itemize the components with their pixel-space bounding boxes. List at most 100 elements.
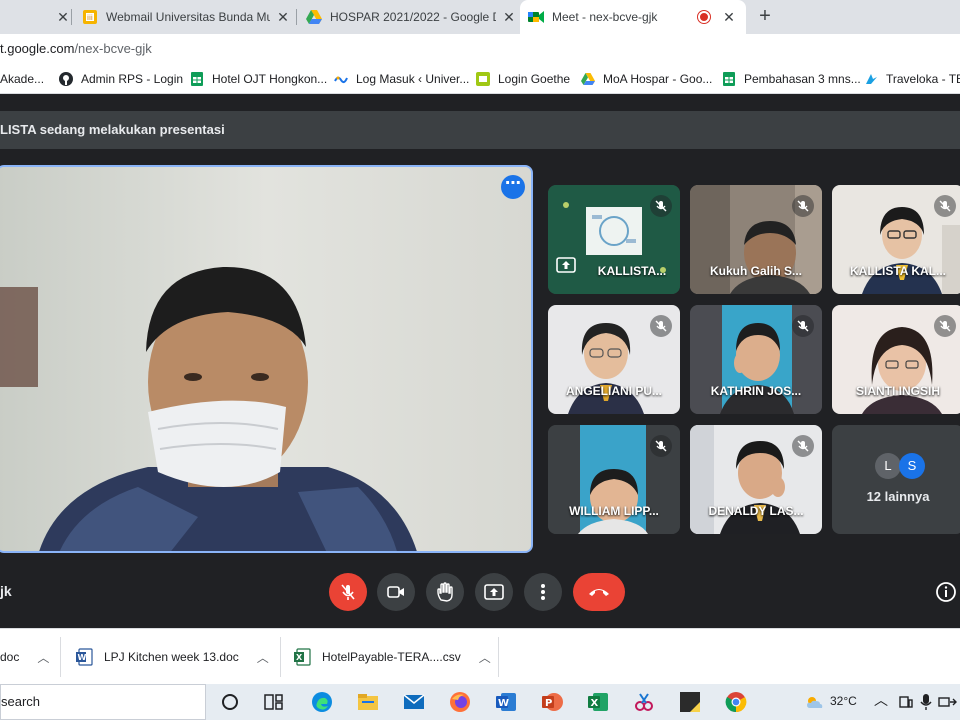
weather-icon[interactable] <box>802 690 826 714</box>
participant-tile[interactable]: WILLIAM LIPP... <box>548 425 680 534</box>
snipping-tool-icon[interactable] <box>632 690 656 714</box>
svg-text:W: W <box>498 698 509 709</box>
svg-text:W: W <box>78 653 87 662</box>
tab-title: Meet - nex-bcve-gjk <box>552 10 658 24</box>
hang-up-icon <box>589 589 609 596</box>
bookmark-item[interactable]: Hotel OJT Hongkon... <box>190 70 327 88</box>
bookmark-label: Traveloka - TER <box>886 72 960 86</box>
more-participants-label: 12 lainnya <box>866 489 930 504</box>
close-icon[interactable]: ✕ <box>274 8 292 26</box>
download-filename: LPJ Kitchen week 13.doc <box>104 650 239 664</box>
url-text[interactable]: t.google.com/nex-bcve-gjk <box>0 41 152 56</box>
windows-taskbar: search W P X 32°C ︿ <box>0 684 960 720</box>
traveloka-icon <box>864 72 878 86</box>
leave-call-button[interactable] <box>573 573 625 611</box>
more-options-button[interactable] <box>524 573 562 611</box>
bookmark-label: Login Goethe <box>498 72 571 86</box>
new-tab-button[interactable]: + <box>754 6 776 28</box>
powerpoint-icon[interactable]: P <box>540 690 564 714</box>
download-item[interactable]: doc ︿ <box>0 643 49 671</box>
word-icon[interactable]: W <box>494 690 518 714</box>
mail-icon[interactable] <box>402 690 426 714</box>
svg-text:X: X <box>296 653 303 662</box>
muted-mic-icon <box>650 315 672 337</box>
bookmark-item[interactable]: Akade... <box>0 70 44 88</box>
chevron-up-icon[interactable]: ︿ <box>874 690 888 710</box>
network-icon[interactable] <box>936 690 960 714</box>
download-item[interactable]: X HotelPayable-TERA....csv ︿ <box>294 643 491 671</box>
present-screen-button[interactable] <box>475 573 513 611</box>
more-participants-tile[interactable]: L S 12 lainnya <box>832 425 960 534</box>
microphone-icon[interactable] <box>914 690 938 714</box>
sheets-icon <box>190 72 204 86</box>
participant-name: Kukuh Galih S... <box>709 264 802 278</box>
participant-tile[interactable]: KALLISTA... <box>548 185 680 294</box>
meeting-details-button[interactable] <box>934 580 958 604</box>
edge-icon[interactable] <box>310 690 334 714</box>
browser-tab[interactable]: iii Webmail Universitas Bunda Mulia ✕ <box>82 0 292 34</box>
browser-tab-strip: ✕ iii Webmail Universitas Bunda Mulia ✕ … <box>0 0 960 34</box>
bookmark-item[interactable]: MoA Hospar - Goo... <box>581 70 712 88</box>
chevron-up-icon[interactable]: ︿ <box>37 649 49 666</box>
close-icon[interactable]: ✕ <box>54 8 72 26</box>
excel-icon[interactable]: X <box>586 690 610 714</box>
mic-toggle-button[interactable] <box>329 573 367 611</box>
browser-tab[interactable]: ✕ <box>0 0 72 34</box>
participant-name: ANGELIANI PU... <box>565 384 662 398</box>
participant-tile[interactable]: ANGELIANI PU... <box>548 305 680 414</box>
chevron-up-icon[interactable]: ︿ <box>479 649 491 666</box>
bookmark-item[interactable]: Traveloka - TER <box>864 70 960 88</box>
close-icon[interactable]: ✕ <box>500 8 518 26</box>
chrome-icon[interactable] <box>724 690 748 714</box>
download-item[interactable]: W LPJ Kitchen week 13.doc ︿ <box>76 643 269 671</box>
participant-name: DENALDY LAS... <box>708 504 804 518</box>
browser-tab[interactable]: HOSPAR 2021/2022 - Google Drive ✕ <box>306 0 518 34</box>
bookmarks-bar: Akade... Admin RPS - Login Hotel OJT Hon… <box>0 64 960 94</box>
participant-tile[interactable]: Kukuh Galih S... <box>690 185 822 294</box>
camera-toggle-button[interactable] <box>377 573 415 611</box>
close-icon[interactable]: ✕ <box>720 8 738 26</box>
participant-tile[interactable]: DENALDY LAS... <box>690 425 822 534</box>
participant-tile[interactable]: KATHRIN JOS... <box>690 305 822 414</box>
participant-tile[interactable]: KALLISTA KAL... <box>832 185 960 294</box>
bookmark-item[interactable]: Pembahasan 3 mns... <box>722 70 861 88</box>
svg-text:iii: iii <box>87 14 93 22</box>
participant-name: KALLISTA... <box>597 264 667 278</box>
hand-icon <box>437 582 453 602</box>
wave-icon <box>334 72 348 86</box>
google-meet-icon <box>528 9 544 25</box>
tab-title: HOSPAR 2021/2022 - Google Drive <box>330 10 496 24</box>
temperature-label: 32°C <box>830 694 857 708</box>
firefox-icon[interactable] <box>448 690 472 714</box>
address-bar[interactable]: t.google.com/nex-bcve-gjk <box>0 34 960 64</box>
participant-avatar: L <box>875 453 901 479</box>
participant-avatar: S <box>899 453 925 479</box>
download-filename: doc <box>0 650 20 664</box>
raise-hand-button[interactable] <box>426 573 464 611</box>
recording-icon <box>698 11 710 23</box>
muted-mic-icon <box>792 195 814 217</box>
bookmark-item[interactable]: Login Goethe <box>476 70 570 88</box>
bookmark-item[interactable]: Log Masuk ‹ Univer... <box>334 70 469 88</box>
muted-mic-icon <box>650 435 672 457</box>
bookmark-item[interactable]: Admin RPS - Login <box>59 70 183 88</box>
svg-text:P: P <box>545 698 552 709</box>
muted-mic-icon <box>934 315 956 337</box>
participant-tile[interactable]: SIANTI INGSIH <box>832 305 960 414</box>
main-speaker-tile[interactable]: ⋯ <box>0 165 533 553</box>
more-options-button[interactable]: ⋯ <box>501 175 525 199</box>
taskbar-search-input[interactable]: search <box>0 684 206 720</box>
participant-name: KATHRIN JOS... <box>710 384 802 398</box>
svg-text:X: X <box>591 698 599 709</box>
goethe-icon <box>476 72 490 86</box>
task-view-icon[interactable] <box>262 690 286 714</box>
cortana-icon[interactable] <box>218 690 242 714</box>
browser-tab-active[interactable]: Meet - nex-bcve-gjk ✕ <box>520 0 746 34</box>
muted-mic-icon <box>934 195 956 217</box>
file-explorer-icon[interactable] <box>356 690 380 714</box>
more-vertical-icon <box>541 584 545 600</box>
url-path: /nex-bcve-gjk <box>74 41 152 56</box>
muted-mic-icon <box>650 195 672 217</box>
chevron-up-icon[interactable]: ︿ <box>257 649 269 666</box>
sticky-notes-icon[interactable] <box>678 690 702 714</box>
